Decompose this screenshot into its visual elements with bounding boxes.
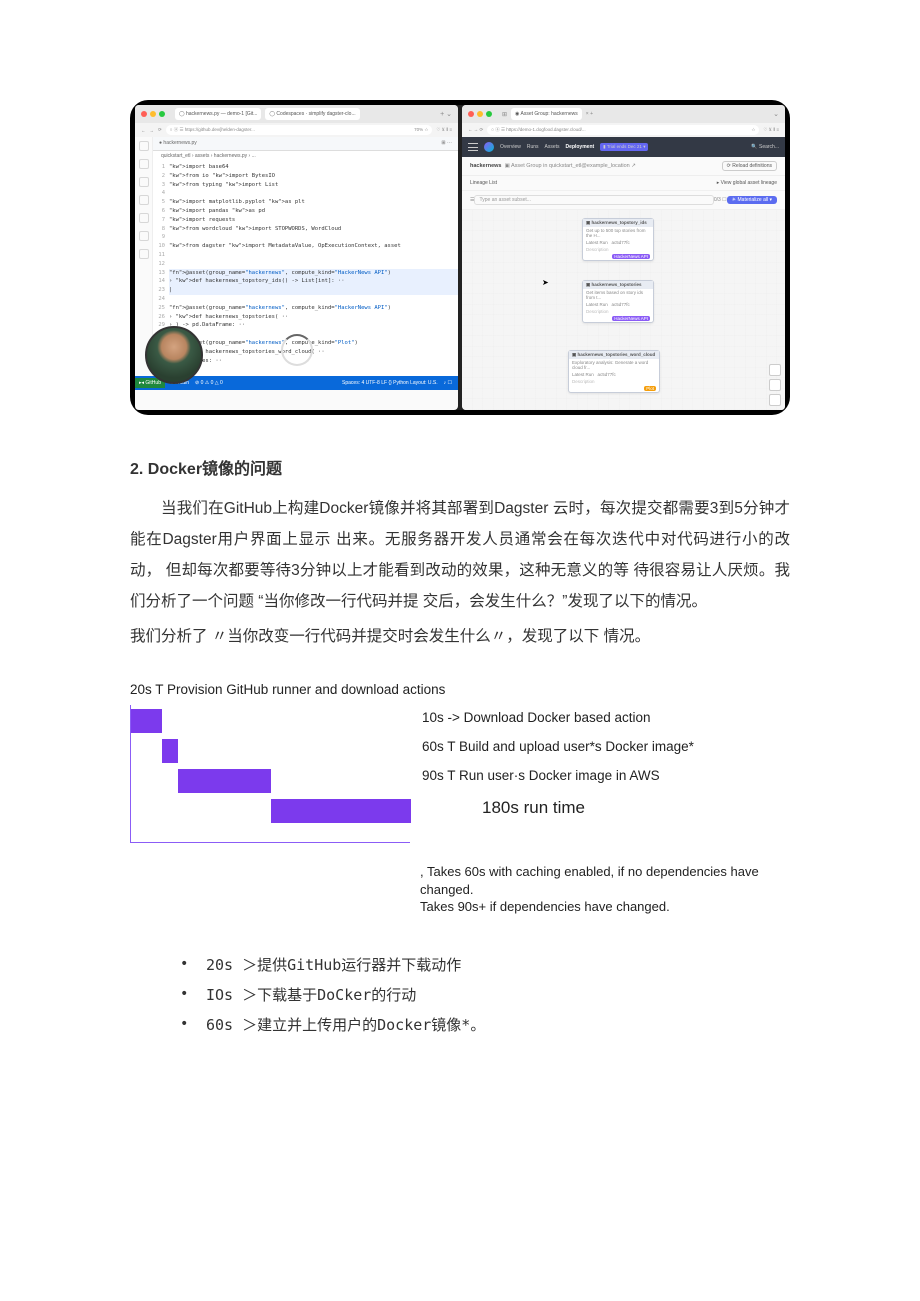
total-runtime-label: 180s run time	[422, 796, 790, 820]
dagster-pane: ⊞ ◉ Asset Group: hackernews × + ⌄ ← → ⟳ …	[462, 105, 785, 410]
gantt-step-label: 60s T Build and upload user*s Docker ima…	[422, 738, 790, 757]
cube-icon: ▣	[505, 163, 510, 169]
gantt-labels: 10s -> Download Docker based action 60s …	[422, 705, 790, 843]
asset-node[interactable]: ▣ hackernews_topstory_idsGet up to 500 t…	[582, 218, 654, 261]
zoom-out-button[interactable]	[769, 379, 781, 391]
reload-definitions-button[interactable]: ⟳ Reload definitions	[722, 161, 777, 171]
nav-deployment[interactable]: Deployment	[566, 144, 595, 150]
address-bar-right: ← → ⟳ ○ ⓐ ☰ https://demo-1.dogfood.dagst…	[462, 123, 785, 137]
view-lineage-link[interactable]: ▸ View global asset lineage	[717, 180, 777, 186]
asset-filter-input[interactable]: Type an asset subset...	[474, 195, 713, 205]
browser-tab[interactable]: ◯ Codespaces · simplify dagster-clo...	[265, 108, 359, 120]
gantt-title: 20s T Provision GitHub runner and downlo…	[130, 682, 790, 697]
gantt-bar	[131, 709, 162, 733]
list-item: 60s ＞建立并上传用户的Docker镜像*。	[180, 1010, 790, 1040]
url-field[interactable]: ○ ⓐ ☰ https://demo-1.dogfood.dagster.clo…	[487, 125, 759, 135]
materialize-all-button[interactable]: ☀ Materialize all ▾	[727, 196, 777, 204]
list-item: 20s ＞提供GitHub运行器并下载动作	[180, 950, 790, 980]
browser-tabstrip-right: ⊞ ◉ Asset Group: hackernews × + ⌄	[462, 105, 785, 123]
url-field[interactable]: ○ ⓐ ☰ https://github.dev/jhelden-dagster…	[166, 125, 433, 135]
list-item: IOs ＞下载基于DoCker的行动	[180, 980, 790, 1010]
bullet-list: 20s ＞提供GitHub运行器并下载动作IOs ＞下载基于DoCker的行动6…	[130, 950, 790, 1040]
explorer-icon[interactable]	[139, 141, 149, 151]
search-icon[interactable]	[139, 159, 149, 169]
github-icon[interactable]	[139, 249, 149, 259]
remote-icon[interactable]	[139, 231, 149, 241]
gantt-bars	[130, 705, 410, 843]
nav-assets[interactable]: Assets	[545, 144, 560, 150]
gantt-footnote: , Takes 60s with caching enabled, if no …	[420, 863, 790, 916]
nav-back-icon[interactable]: ←	[141, 128, 146, 133]
section-heading: 2. Docker镜像的问题	[130, 455, 790, 479]
gantt-chart: 10s -> Download Docker based action 60s …	[130, 705, 790, 843]
gantt-bar	[178, 769, 271, 793]
code-editor-pane: ◯ hackernews.py — demo-1 [Git... ◯ Codes…	[135, 105, 458, 410]
debug-icon[interactable]	[139, 195, 149, 205]
cursor-icon: ➤	[542, 278, 549, 287]
nav-fwd-icon[interactable]: →	[150, 128, 155, 133]
gantt-step-label: 90s T Run user·s Docker image in AWS	[422, 767, 790, 786]
address-bar-left: ← → ⟳ ○ ⓐ ☰ https://github.dev/jhelden-d…	[135, 123, 458, 137]
problems-indicator[interactable]: ⊘ 0 ⚠ 0 △ 0	[195, 380, 223, 386]
asset-graph-canvas[interactable]: ➤ ▣ hackernews_topstory_idsGet up to 500…	[462, 210, 785, 410]
gantt-bar	[162, 739, 178, 763]
scm-icon[interactable]	[139, 177, 149, 187]
browser-tab[interactable]: ◉ Asset Group: hackernews	[511, 108, 582, 120]
editor-tab[interactable]: ● hackernews.py ⊞ ⋯	[153, 137, 458, 151]
breadcrumb[interactable]: quickstart_etl › assets › hackernews.py …	[153, 151, 458, 161]
browser-tab[interactable]: ◯ hackernews.py — demo-1 [Git...	[175, 108, 261, 120]
lineage-tabs[interactable]: Lineage List	[470, 180, 497, 186]
gantt-bar	[271, 799, 411, 823]
loading-spinner	[281, 334, 313, 366]
nav-runs[interactable]: Runs	[527, 144, 539, 150]
presenter-webcam	[145, 326, 203, 384]
dagster-logo-icon	[484, 142, 494, 152]
menu-icon[interactable]	[468, 143, 478, 151]
extensions-icon[interactable]	[139, 213, 149, 223]
zoom-in-button[interactable]	[769, 364, 781, 376]
browser-tabstrip-left: ◯ hackernews.py — demo-1 [Git... ◯ Codes…	[135, 105, 458, 123]
asset-node[interactable]: ▣ hackernews_topstories_word_cloudExplor…	[568, 350, 660, 393]
nav-overview[interactable]: Overview	[500, 144, 521, 150]
gantt-step-label: 10s -> Download Docker based action	[422, 709, 790, 728]
search-link[interactable]: 🔍 Search...	[751, 144, 779, 150]
dagster-subheader: hackernews ▣ Asset Group in quickstart_e…	[462, 157, 785, 176]
dagster-topbar: Overview Runs Assets Deployment ▮ Trial …	[462, 137, 785, 157]
body-paragraph: 我们分析了 〃当你改变一行代码并提交时会发生什么〃，发现了以下 情况。	[130, 621, 790, 652]
reload-icon[interactable]: ⟳	[158, 127, 162, 133]
fit-button[interactable]	[769, 394, 781, 406]
page-title: hackernews	[470, 163, 502, 169]
asset-node[interactable]: ▣ hackernews_topstoriesGet items based o…	[582, 280, 654, 323]
trial-badge[interactable]: ▮ Trial ends Dec 21 ▾	[600, 143, 648, 151]
embedded-screenshot: ◯ hackernews.py — demo-1 [Git... ◯ Codes…	[130, 100, 790, 415]
body-paragraph: 当我们在GitHub上构建Docker镜像并将其部署到Dagster 云时，每次…	[130, 493, 790, 617]
